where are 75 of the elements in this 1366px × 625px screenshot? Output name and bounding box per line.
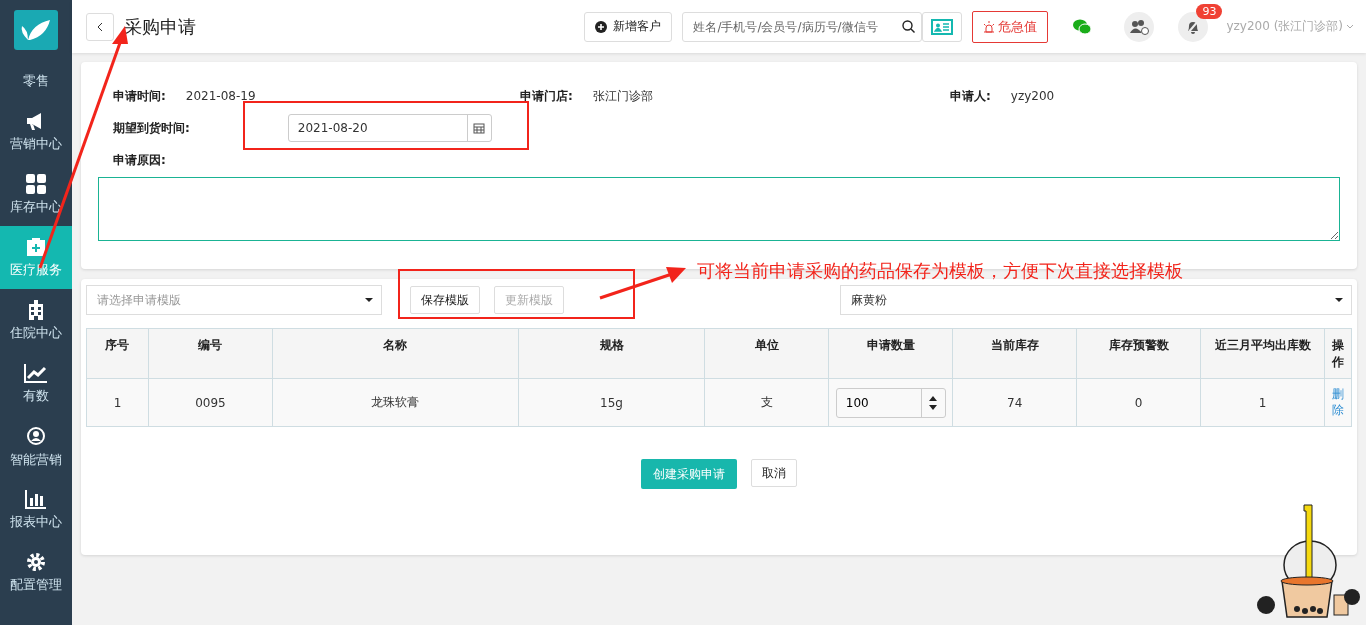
id-card-icon	[931, 18, 954, 35]
column-header: 序号	[86, 328, 149, 379]
id-card-button[interactable]	[922, 11, 963, 42]
sidebar-item[interactable]: 有数	[0, 352, 72, 415]
table-cell: 15g	[518, 378, 705, 427]
sidebar-item-label: 智能营销	[10, 450, 62, 469]
field-label: 申请原因:	[113, 152, 166, 169]
reason-field[interactable]	[98, 177, 1340, 241]
field-label: 期望到货时间:	[113, 119, 190, 137]
sidebar-item-label: 营销中心	[10, 134, 62, 153]
sidebar-item[interactable]: 住院中心	[0, 289, 72, 352]
field-value: 2021-08-19	[185, 89, 256, 103]
line-chart-icon	[24, 362, 48, 383]
caret-icon	[1335, 298, 1343, 302]
field-value: yzy200	[1010, 89, 1055, 103]
template-button[interactable]: 保存模版	[410, 286, 480, 314]
hospital-icon	[27, 299, 45, 320]
sidebar-item[interactable]: 库存中心	[0, 163, 72, 226]
search-field[interactable]: 姓名/手机号/会员号/病历号/微信号	[682, 11, 923, 42]
annotation-text: 可将当前申请采购的药品保存为模板，方便下次直接选择模板	[697, 259, 1183, 283]
column-header: 名称	[272, 328, 519, 379]
table-cell: 1	[86, 378, 149, 427]
column-header: 规格	[518, 328, 705, 379]
product-select[interactable]: 麻黄粉	[840, 285, 1352, 315]
field-label: 申请门店:	[520, 87, 573, 105]
chevron-left-icon	[97, 21, 103, 32]
sidebar-item-label: 报表中心	[10, 512, 62, 531]
sidebar-item-label: 有数	[23, 386, 49, 405]
people-network-icon	[25, 424, 47, 447]
table-cell: 1	[1200, 378, 1325, 427]
sidebar-item[interactable]: 报表中心	[0, 478, 72, 541]
sidebar-item[interactable]: 零售	[0, 60, 72, 100]
cancel-button[interactable]: 取消	[751, 459, 797, 487]
sidebar-item[interactable]: 营销中心	[0, 100, 72, 163]
users-clock-icon	[1129, 18, 1150, 35]
sidebar-item-label: 零售	[23, 72, 49, 90]
group-button[interactable]	[1124, 11, 1155, 42]
column-header: 近三月平均出库数	[1200, 328, 1325, 379]
grid-icon	[26, 173, 46, 194]
date-input[interactable]: 2021-08-20	[288, 120, 467, 136]
new-customer-button[interactable]: 新增客户	[584, 11, 673, 42]
notification-badge: 93	[1196, 3, 1223, 19]
medical-kit-icon	[25, 236, 47, 257]
sidebar-item[interactable]: 配置管理	[0, 541, 72, 604]
column-header: 编号	[148, 328, 273, 379]
date-field[interactable]: 2021-08-20	[287, 114, 492, 142]
table-cell: 0095	[148, 378, 273, 427]
table-cell: 74	[952, 378, 1077, 427]
critical-value-button[interactable]: 危急值	[972, 10, 1049, 43]
sidebar-item-label: 库存中心	[10, 197, 62, 216]
table-cell: 0	[1076, 378, 1201, 427]
column-header: 操作	[1324, 328, 1352, 379]
wechat-icon[interactable]	[1072, 18, 1093, 35]
sidebar-item[interactable]: 智能营销	[0, 415, 72, 478]
sidebar-item-label: 配置管理	[10, 575, 62, 594]
column-header: 当前库存	[952, 328, 1077, 379]
field-label: 申请时间:	[113, 87, 166, 105]
quantity-field[interactable]: 100	[835, 387, 946, 418]
field-value: 张江门诊部	[592, 87, 653, 105]
column-header: 单位	[704, 328, 829, 379]
alarm-light-icon	[983, 20, 996, 33]
spinner-icon[interactable]	[929, 395, 938, 410]
table-cell: 龙珠软膏	[272, 378, 519, 427]
bar-chart-icon	[25, 488, 47, 509]
column-header: 申请数量	[828, 328, 953, 379]
settings-icon	[26, 551, 46, 572]
caret-icon	[365, 298, 373, 302]
plus-circle-icon	[595, 20, 608, 33]
field-label: 申请人:	[950, 87, 991, 105]
sidebar-item-label: 住院中心	[10, 323, 62, 342]
search-icon	[902, 20, 916, 33]
table-cell: 支	[704, 378, 829, 427]
chevron-down-icon	[1346, 24, 1354, 29]
column-header: 库存预警数	[1076, 328, 1201, 379]
page-title: 采购申请	[124, 14, 196, 39]
